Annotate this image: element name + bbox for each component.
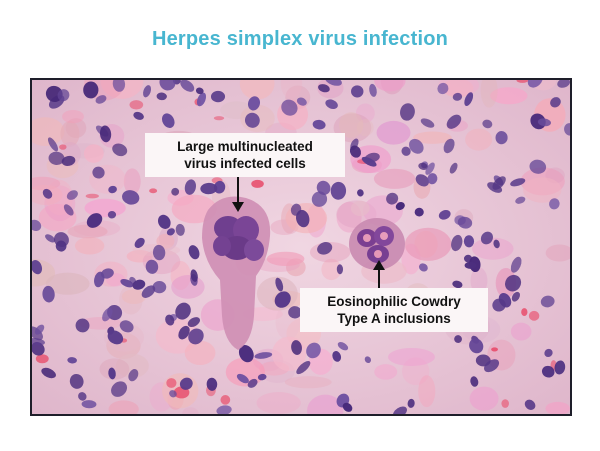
red-blood-cell — [149, 188, 158, 194]
red-blood-cell — [166, 378, 177, 388]
cytoplasm — [84, 198, 126, 218]
inclusion-cell — [349, 218, 405, 270]
cytoplasm — [74, 237, 105, 255]
cytoplasm — [472, 237, 514, 260]
cytoplasm — [387, 347, 435, 366]
histology-micrograph — [32, 80, 570, 414]
cytoplasm — [373, 168, 416, 189]
cytoplasm — [404, 227, 452, 261]
cytoplasm — [469, 386, 499, 411]
cytoplasm — [256, 392, 301, 414]
nucleus — [464, 261, 477, 269]
red-blood-cell — [35, 354, 49, 364]
cytoplasm — [184, 340, 216, 366]
cytoplasm — [284, 376, 332, 389]
callout-line: Type A inclusions — [337, 311, 451, 326]
cytoplasm — [510, 322, 532, 341]
cytoplasm — [171, 275, 205, 299]
red-blood-cell — [59, 144, 67, 150]
cytoplasm — [465, 128, 493, 151]
red-blood-cell — [528, 310, 540, 321]
cytoplasm — [83, 144, 104, 163]
callout-line: Eosinophilic Cowdry — [327, 294, 461, 309]
callout-multinucleated-cells: Large multinucleated virus infected cell… — [145, 133, 345, 177]
cytoplasm — [62, 109, 84, 124]
cytoplasm — [418, 375, 436, 408]
figure-title: Herpes simplex virus infection — [151, 28, 449, 50]
cytoplasm — [350, 200, 370, 217]
callout-cowdry-inclusions: Eosinophilic Cowdry Type A inclusions — [300, 288, 488, 332]
red-blood-cell — [491, 347, 498, 352]
micrograph-panel: Large multinucleated virus infected cell… — [30, 78, 572, 416]
cytoplasm — [67, 224, 108, 239]
cytoplasm — [266, 251, 305, 267]
red-blood-cell — [521, 308, 528, 317]
callout-line: Large multinucleated — [177, 139, 313, 154]
red-blood-cell — [85, 193, 99, 199]
cytoplasm — [376, 120, 411, 145]
red-blood-cell — [501, 399, 509, 408]
red-blood-cell — [220, 395, 231, 405]
red-blood-cell — [213, 116, 225, 121]
red-blood-cell — [251, 179, 264, 188]
cytoplasm — [374, 364, 398, 380]
callout-line: virus infected cells — [184, 156, 306, 171]
red-blood-cell — [129, 100, 144, 110]
